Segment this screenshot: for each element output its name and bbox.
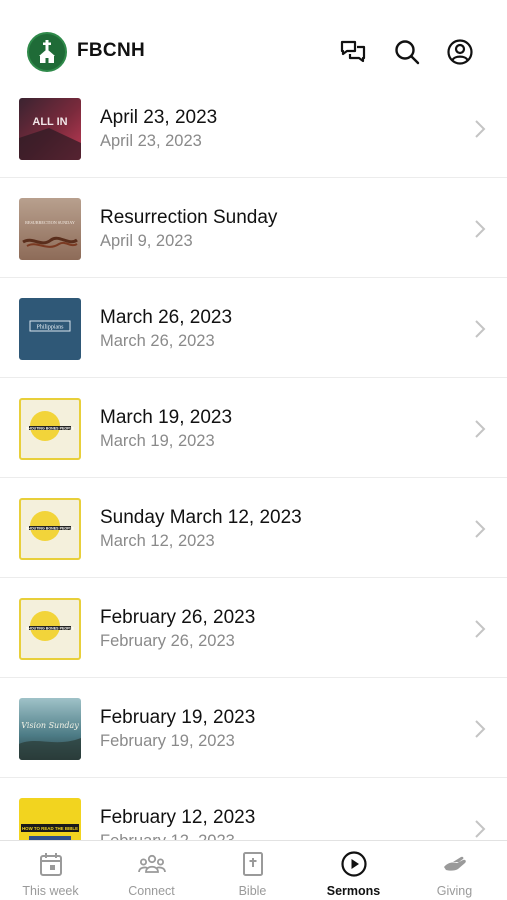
thumbnail-caption: Vision Sunday [21, 721, 79, 730]
thumbnail-caption: SHOUTING BONES PEOPLE [26, 526, 75, 530]
app-title: FBCNH [77, 40, 145, 61]
sermon-row[interactable]: SHOUTING BONES PEOPLE March 19, 2023 Mar… [0, 378, 507, 478]
sermon-date: April 23, 2023 [100, 132, 202, 150]
sermon-row[interactable]: RESURRECTION SUNDAY Resurrection Sunday … [0, 178, 507, 278]
tab-label: This week [22, 884, 79, 898]
sermon-date: March 26, 2023 [100, 332, 215, 350]
sermon-row[interactable]: HOW TO READ THE BIBLE February 12, 2023 … [0, 778, 507, 840]
chat-icon[interactable] [339, 38, 367, 66]
sermon-title: Resurrection Sunday [100, 207, 278, 228]
tab-this-week[interactable]: This week [0, 841, 101, 900]
bottom-tab-bar: This week Connect Bible Sermons Giving [0, 840, 507, 900]
tab-bible[interactable]: Bible [202, 841, 303, 900]
sermon-row[interactable]: SHOUTING BONES PEOPLE February 26, 2023 … [0, 578, 507, 678]
sermon-thumbnail: RESURRECTION SUNDAY [19, 198, 81, 260]
chevron-right-icon [475, 320, 486, 338]
sermon-date: February 19, 2023 [100, 732, 235, 750]
sermon-date: March 19, 2023 [100, 432, 215, 450]
chevron-right-icon [475, 820, 486, 838]
tab-label: Connect [128, 884, 175, 898]
sermon-thumbnail: SHOUTING BONES PEOPLE [19, 598, 81, 660]
chevron-right-icon [475, 620, 486, 638]
bible-icon [243, 852, 263, 876]
sermon-list[interactable]: ALL IN April 23, 2023 April 23, 2023 RES… [0, 78, 507, 840]
hand-icon [444, 856, 466, 871]
thumbnail-caption: SHOUTING BONES PEOPLE [26, 626, 75, 630]
sermon-title: Sunday March 12, 2023 [100, 507, 302, 528]
chevron-right-icon [475, 220, 486, 238]
search-icon[interactable] [393, 38, 421, 66]
tab-label: Giving [436, 884, 473, 898]
chevron-right-icon [475, 120, 486, 138]
sermon-thumbnail: Philippians [19, 298, 81, 360]
thumbnail-caption: RESURRECTION SUNDAY [25, 220, 75, 225]
people-icon [138, 854, 166, 873]
sermon-title: February 12, 2023 [100, 807, 256, 828]
sermon-date: February 26, 2023 [100, 632, 235, 650]
tab-giving[interactable]: Giving [404, 841, 505, 900]
thumbnail-caption: ALL IN [32, 116, 67, 128]
sermon-row[interactable]: Vision Sunday February 19, 2023 February… [0, 678, 507, 778]
chevron-right-icon [475, 720, 486, 738]
sermon-row[interactable]: SHOUTING BONES PEOPLE Sunday March 12, 2… [0, 478, 507, 578]
sermon-thumbnail: SHOUTING BONES PEOPLE [19, 498, 81, 560]
sermon-date: February 12, 2023 [100, 832, 235, 840]
sermon-row[interactable]: Philippians March 26, 2023 March 26, 202… [0, 278, 507, 378]
sermon-title: March 19, 2023 [100, 407, 233, 428]
church-logo [27, 32, 67, 72]
calendar-icon [40, 853, 62, 876]
sermon-title: February 26, 2023 [100, 607, 256, 628]
account-icon[interactable] [446, 38, 474, 66]
tab-label: Sermons [326, 884, 381, 898]
sermon-date: March 12, 2023 [100, 532, 215, 550]
sermon-date: April 9, 2023 [100, 232, 193, 250]
play-icon [341, 851, 367, 877]
tab-label: Bible [238, 884, 267, 898]
sermon-thumbnail: ALL IN [19, 98, 81, 160]
sermon-thumbnail: SHOUTING BONES PEOPLE [19, 398, 81, 460]
thumbnail-caption: Philippians [36, 325, 64, 331]
chevron-right-icon [475, 420, 486, 438]
sermon-row[interactable]: ALL IN April 23, 2023 April 23, 2023 [0, 78, 507, 178]
thumbnail-caption: HOW TO READ THE BIBLE [22, 826, 78, 831]
sermon-title: April 23, 2023 [100, 107, 218, 128]
sermon-title: February 19, 2023 [100, 707, 256, 728]
tab-connect[interactable]: Connect [101, 841, 202, 900]
thumbnail-caption: SHOUTING BONES PEOPLE [26, 426, 75, 430]
sermon-thumbnail: HOW TO READ THE BIBLE [19, 798, 81, 840]
chevron-right-icon [475, 520, 486, 538]
sermon-thumbnail: Vision Sunday [19, 698, 81, 760]
sermon-title: March 26, 2023 [100, 307, 233, 328]
tab-sermons[interactable]: Sermons [303, 841, 404, 900]
